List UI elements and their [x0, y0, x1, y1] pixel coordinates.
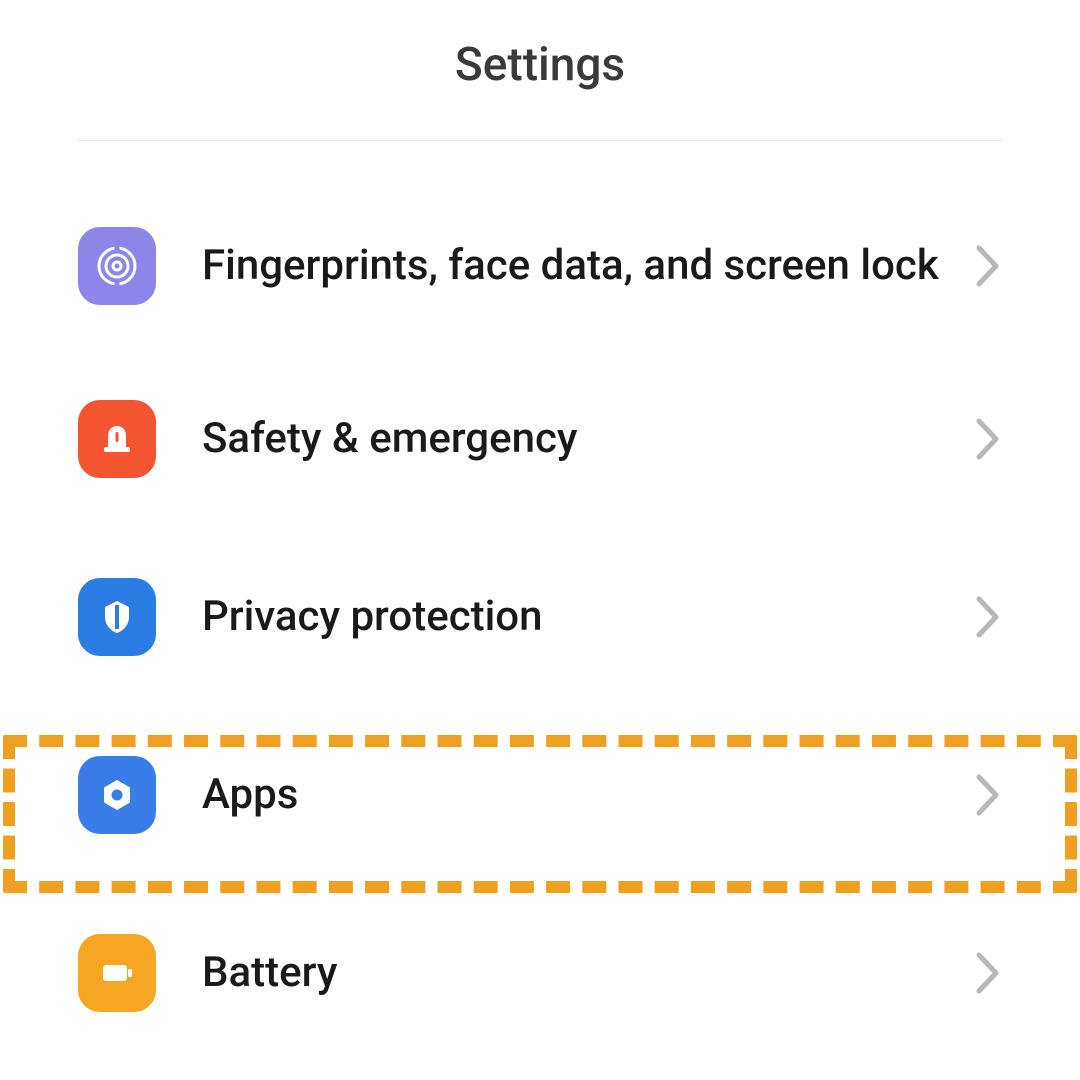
list-item-label: Apps — [202, 767, 974, 824]
chevron-right-icon — [974, 416, 1002, 462]
chevron-right-icon — [974, 243, 1002, 289]
chevron-right-icon — [974, 950, 1002, 996]
list-item-label: Safety & emergency — [202, 411, 974, 468]
header: Settings — [0, 0, 1080, 140]
apps-icon — [78, 756, 156, 834]
list-item-battery[interactable]: Battery — [0, 934, 1080, 1012]
list-item-privacy[interactable]: Privacy protection — [0, 578, 1080, 656]
chevron-right-icon — [974, 594, 1002, 640]
alert-icon — [78, 400, 156, 478]
fingerprint-icon — [78, 227, 156, 305]
shield-icon — [78, 578, 156, 656]
battery-icon — [78, 934, 156, 1012]
page-title: Settings — [0, 38, 1080, 92]
list-item-label: Fingerprints, face data, and screen lock — [202, 238, 974, 295]
list-item-label: Privacy protection — [202, 589, 974, 646]
list-item-label: Battery — [202, 945, 974, 1002]
list-item-fingerprints[interactable]: Fingerprints, face data, and screen lock — [0, 227, 1080, 305]
settings-list: Fingerprints, face data, and screen lock… — [0, 141, 1080, 1012]
chevron-right-icon — [974, 772, 1002, 818]
list-item-safety[interactable]: Safety & emergency — [0, 400, 1080, 478]
list-item-apps[interactable]: Apps — [0, 756, 1080, 834]
